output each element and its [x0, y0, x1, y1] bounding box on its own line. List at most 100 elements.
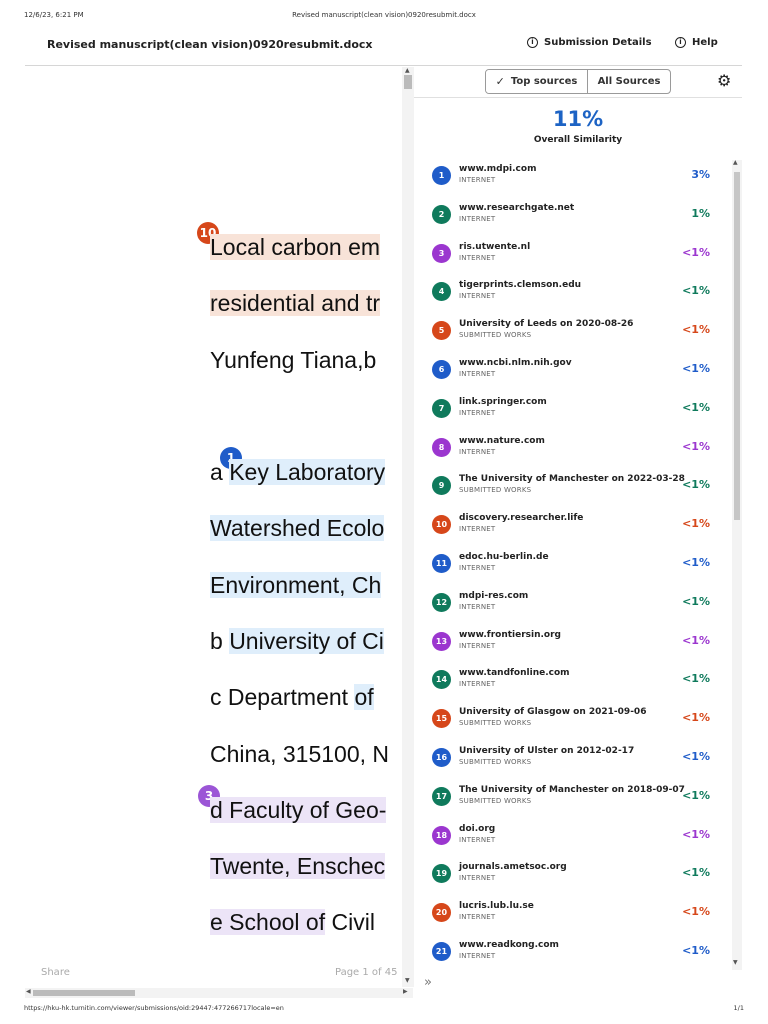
source-percent: <1% — [682, 633, 710, 647]
document-line: Twente, Enschec — [210, 853, 386, 879]
share-button[interactable]: Share — [41, 967, 70, 978]
source-item[interactable]: 14 www.tandfonline.com INTERNET <1% — [414, 664, 732, 703]
tab-all-sources-label: All Sources — [597, 76, 661, 87]
scroll-down-icon[interactable]: ▼ — [733, 959, 738, 966]
page-indicator: Page 1 of 45 — [335, 967, 398, 978]
source-name: lucris.lub.lu.se — [459, 901, 534, 912]
source-item[interactable]: 4 tigerprints.clemson.edu INTERNET <1% — [414, 276, 732, 315]
scroll-up-icon[interactable]: ▲ — [405, 67, 410, 74]
overall-similarity-percent: 11% — [552, 107, 604, 131]
document-vertical-scrollbar[interactable]: ▲ ▼ — [402, 67, 414, 987]
source-percent: <1% — [682, 905, 710, 919]
source-item[interactable]: 19 journals.ametsoc.org INTERNET <1% — [414, 858, 732, 897]
source-item[interactable]: 13 www.frontiersin.org INTERNET <1% — [414, 626, 732, 665]
source-item[interactable]: 12 mdpi-res.com INTERNET <1% — [414, 587, 732, 626]
source-percent: <1% — [682, 594, 710, 608]
source-type: INTERNET — [459, 214, 496, 223]
document-viewer[interactable]: 10 Local carbon em residential and tr Yu… — [25, 67, 402, 987]
source-name: doi.org — [459, 823, 496, 834]
source-item[interactable]: 20 lucris.lub.lu.se INTERNET <1% — [414, 897, 732, 936]
scroll-up-icon[interactable]: ▲ — [733, 159, 738, 166]
source-number-badge: 1 — [432, 166, 451, 185]
source-percent: <1% — [682, 556, 710, 569]
print-url: https://hku-hk.turnitin.com/viewer/submi… — [24, 1004, 284, 1012]
source-item[interactable]: 11 edoc.hu-berlin.de INTERNET <1% — [414, 548, 732, 587]
source-type: INTERNET — [459, 564, 496, 572]
source-item[interactable]: 2 www.researchgate.net INTERNET 1% — [414, 199, 732, 238]
source-item[interactable]: 10 discovery.researcher.life INTERNET <1% — [414, 509, 732, 548]
source-name: www.readkong.com — [459, 940, 559, 950]
print-title: Revised manuscript(clean vision)0920resu… — [292, 11, 476, 19]
source-number-badge: 7 — [432, 398, 451, 418]
source-name: University of Leeds on 2020-08-26 — [459, 319, 634, 330]
submission-details-button[interactable]: i Submission Details — [527, 37, 652, 48]
source-name: www.nature.com — [459, 435, 545, 446]
source-type: INTERNET — [459, 525, 496, 534]
source-item[interactable]: 18 doi.org INTERNET <1% — [414, 820, 732, 859]
source-item[interactable]: 15 University of Glasgow on 2021-09-06 SUB… — [414, 703, 732, 742]
source-type: INTERNET — [459, 292, 496, 301]
source-type: INTERNET — [459, 253, 496, 262]
info-icon: i — [675, 37, 686, 48]
scroll-right-icon[interactable]: ▶ — [403, 988, 408, 995]
source-number-badge: 17 — [432, 786, 451, 806]
source-percent: <1% — [682, 866, 710, 880]
source-type: INTERNET — [459, 641, 496, 650]
source-number-badge: 11 — [432, 554, 451, 573]
source-name: www.mdpi.com — [459, 164, 537, 174]
source-percent: <1% — [682, 672, 710, 686]
source-percent: 1% — [691, 206, 710, 220]
source-item[interactable]: 8 www.nature.com INTERNET <1% — [414, 432, 732, 471]
source-item[interactable]: 3 ris.utwente.nl INTERNET <1% — [414, 238, 732, 277]
source-number-badge: 4 — [432, 282, 451, 302]
source-percent: <1% — [682, 788, 710, 802]
source-percent: <1% — [682, 323, 710, 337]
source-name: edoc.hu-berlin.de — [459, 552, 549, 562]
help-button[interactable]: i Help — [675, 37, 718, 48]
document-line: c Department of — [210, 684, 374, 710]
source-list-scrollbar[interactable]: ▲ ▼ — [732, 159, 742, 970]
source-tabs: ✓ Top sources All Sources — [485, 69, 671, 94]
scrollbar-thumb[interactable] — [734, 172, 740, 520]
source-type: SUBMITTED WORKS — [459, 331, 532, 340]
source-number-badge: 3 — [432, 243, 451, 263]
source-item[interactable]: 16 University of Ulster on 2012-02-17 SUBM… — [414, 742, 732, 781]
document-line: d Faculty of Geo- — [210, 797, 387, 823]
print-page-number: 1/1 — [733, 1004, 744, 1012]
scrollbar-thumb[interactable] — [33, 990, 135, 996]
source-item[interactable]: 21 www.readkong.com INTERNET <1% — [414, 936, 732, 970]
source-name: mdpi-res.com — [459, 590, 529, 601]
source-name: ris.utwente.nl — [459, 241, 531, 252]
source-percent: <1% — [682, 439, 710, 453]
source-item[interactable]: 1 www.mdpi.com INTERNET 3% — [414, 160, 732, 199]
document-line: e School of Civil — [210, 909, 375, 935]
source-percent: <1% — [682, 711, 710, 725]
scrollbar-thumb[interactable] — [404, 75, 412, 89]
source-percent: <1% — [682, 750, 710, 763]
source-item[interactable]: 6 www.ncbi.nlm.nih.gov INTERNET <1% — [414, 354, 732, 393]
gear-icon[interactable]: ⚙ — [717, 71, 731, 90]
source-type: SUBMITTED WORKS — [459, 719, 532, 728]
divider — [414, 97, 742, 98]
document-line: Local carbon em — [210, 234, 381, 260]
tab-top-sources[interactable]: ✓ Top sources — [486, 70, 588, 93]
source-type: INTERNET — [459, 370, 496, 378]
source-item[interactable]: 7 link.springer.com INTERNET <1% — [414, 393, 732, 432]
scroll-down-icon[interactable]: ▼ — [405, 977, 410, 984]
expand-panel-icon[interactable]: » — [424, 975, 432, 990]
source-item[interactable]: 17 The University of Manchester on 2018-0… — [414, 781, 732, 820]
document-horizontal-scrollbar[interactable]: ◀ ▶ — [25, 988, 413, 998]
source-number-badge: 9 — [432, 476, 451, 496]
source-item[interactable]: 5 University of Leeds on 2020-08-26 SUBMIT… — [414, 315, 732, 354]
source-number-badge: 16 — [432, 748, 451, 767]
source-item[interactable]: 9 The University of Manchester on 2022-03… — [414, 470, 732, 509]
source-name: www.tandfonline.com — [459, 668, 570, 679]
scroll-left-icon[interactable]: ◀ — [26, 988, 31, 995]
source-number-badge: 15 — [432, 709, 451, 729]
app-header: Revised manuscript(clean vision)0920resu… — [25, 30, 742, 66]
tab-all-sources[interactable]: All Sources — [588, 70, 670, 93]
source-type: INTERNET — [459, 408, 496, 417]
source-number-badge: 14 — [432, 670, 451, 690]
document-title: Revised manuscript(clean vision)0920resu… — [47, 38, 373, 51]
similarity-panel: ✓ Top sources All Sources ⚙ 11% Overall … — [414, 67, 742, 997]
